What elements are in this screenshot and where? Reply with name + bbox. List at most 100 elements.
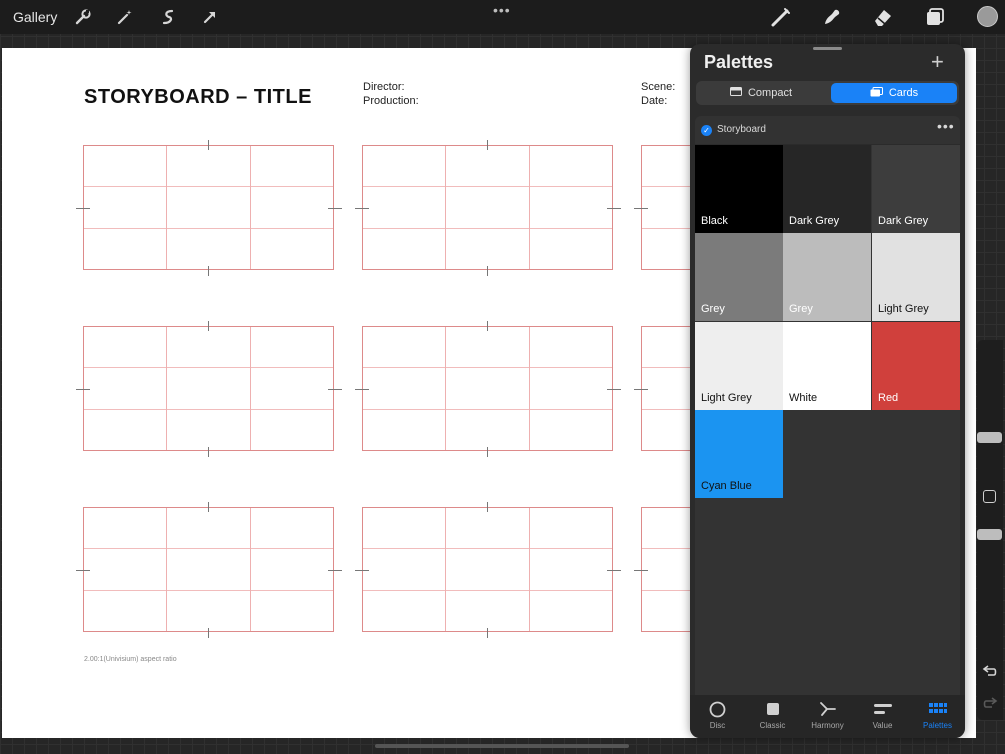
crop-mark [328, 570, 342, 571]
storyboard-frame [83, 145, 334, 270]
selection-icon[interactable] [157, 6, 179, 28]
crop-mark [208, 628, 209, 638]
cards-label: Cards [888, 87, 919, 99]
palette-header[interactable]: ✓ Storyboard ••• [695, 116, 960, 144]
compact-view-button[interactable]: Compact [698, 83, 824, 103]
tab-harmony-label: Harmony [811, 721, 844, 730]
tab-disc[interactable]: Disc [690, 699, 745, 730]
panel-grabber[interactable] [813, 47, 842, 50]
tab-value-label: Value [872, 721, 893, 730]
crop-mark [76, 389, 90, 390]
crop-mark [634, 389, 648, 390]
redo-icon[interactable] [982, 696, 998, 715]
tab-disc-label: Disc [709, 721, 726, 730]
more-options-icon[interactable]: ••• [493, 2, 511, 18]
swatch-label: Light Grey [878, 303, 929, 315]
disc-icon [690, 699, 745, 719]
value-icon [855, 699, 910, 719]
crop-mark [76, 208, 90, 209]
layers-icon[interactable] [924, 6, 946, 28]
current-color-button[interactable] [977, 6, 998, 27]
palettes-panel: Palettes + Compact Cards ✓ Storyboard ••… [690, 44, 965, 738]
harmony-icon [800, 699, 855, 719]
crop-mark [634, 208, 648, 209]
swatch-label: White [789, 392, 818, 404]
swatch-label: Grey [701, 303, 725, 315]
storyboard-frame [83, 507, 334, 632]
crop-mark [487, 628, 488, 638]
classic-icon [745, 699, 800, 719]
swatch-label: Dark Grey [878, 215, 929, 227]
undo-icon[interactable] [982, 664, 998, 683]
tab-palettes[interactable]: Palettes [910, 699, 965, 730]
smudge-icon[interactable] [821, 6, 843, 28]
modify-button[interactable] [983, 490, 996, 503]
crop-mark [328, 208, 342, 209]
storyboard-frame [362, 326, 613, 451]
crop-mark [328, 389, 342, 390]
swatch-label: Black [701, 215, 728, 227]
color-swatch[interactable]: Light Grey [695, 322, 783, 410]
crop-mark [487, 140, 488, 150]
color-swatch[interactable]: White [783, 322, 871, 410]
swatch-label: Dark Grey [789, 215, 840, 227]
color-swatch[interactable]: Black [695, 145, 783, 233]
crop-mark [208, 140, 209, 150]
color-swatch[interactable]: Grey [783, 233, 871, 321]
brush-icon[interactable] [770, 6, 792, 28]
swatch-label: Grey [789, 303, 813, 315]
crop-mark [355, 570, 369, 571]
compact-label: Compact [747, 87, 793, 99]
color-swatch[interactable]: Grey [695, 233, 783, 321]
tab-value[interactable]: Value [855, 699, 910, 730]
crop-mark [487, 502, 488, 512]
crop-mark [355, 208, 369, 209]
gallery-button[interactable]: Gallery [13, 9, 57, 25]
crop-mark [634, 570, 648, 571]
color-swatch[interactable]: Light Grey [872, 233, 960, 321]
date-label: Date: [641, 95, 668, 107]
crop-mark [355, 389, 369, 390]
brush-size-slider[interactable] [977, 432, 1002, 443]
color-swatch[interactable]: Cyan Blue [695, 410, 783, 498]
panel-title: Palettes [704, 52, 774, 72]
transform-icon[interactable] [199, 6, 221, 28]
cards-view-button[interactable]: Cards [831, 83, 957, 103]
color-swatch[interactable]: Dark Grey [783, 145, 871, 233]
storyboard-title: STORYBOARD – TITLE [84, 86, 312, 108]
storyboard-frame [362, 507, 613, 632]
crop-mark [487, 321, 488, 331]
cards-icon [870, 86, 883, 100]
color-swatch[interactable]: Dark Grey [872, 145, 960, 233]
storyboard-frame [362, 145, 613, 270]
home-indicator [375, 744, 629, 748]
director-label: Director: [363, 81, 405, 93]
swatch-label: Cyan Blue [701, 480, 752, 492]
view-mode-segment: Compact Cards [696, 81, 959, 105]
storyboard-frame [83, 326, 334, 451]
tab-palettes-label: Palettes [923, 721, 952, 730]
opacity-slider[interactable] [977, 529, 1002, 540]
palette-name[interactable]: Storyboard [717, 124, 766, 135]
magic-wand-icon[interactable] [114, 6, 136, 28]
default-checkmark-icon[interactable]: ✓ [701, 125, 712, 136]
swatch-label: Red [878, 392, 899, 404]
crop-mark [208, 502, 209, 512]
crop-mark [487, 266, 488, 276]
aspect-ratio-note: 2.00:1(Univisium) aspect ratio [84, 656, 177, 663]
production-label: Production: [363, 95, 419, 107]
palettes-icon [910, 699, 965, 719]
crop-mark [607, 570, 621, 571]
compact-icon [729, 87, 742, 99]
color-swatch[interactable]: Red [872, 322, 960, 410]
eraser-icon[interactable] [872, 6, 894, 28]
tab-classic-label: Classic [759, 721, 786, 730]
crop-mark [208, 266, 209, 276]
palette-more-icon[interactable]: ••• [937, 118, 955, 134]
crop-mark [487, 447, 488, 457]
crop-mark [208, 447, 209, 457]
add-palette-button[interactable]: + [931, 49, 944, 75]
tab-harmony[interactable]: Harmony [800, 699, 855, 730]
wrench-icon[interactable] [72, 6, 94, 28]
tab-classic[interactable]: Classic [745, 699, 800, 730]
